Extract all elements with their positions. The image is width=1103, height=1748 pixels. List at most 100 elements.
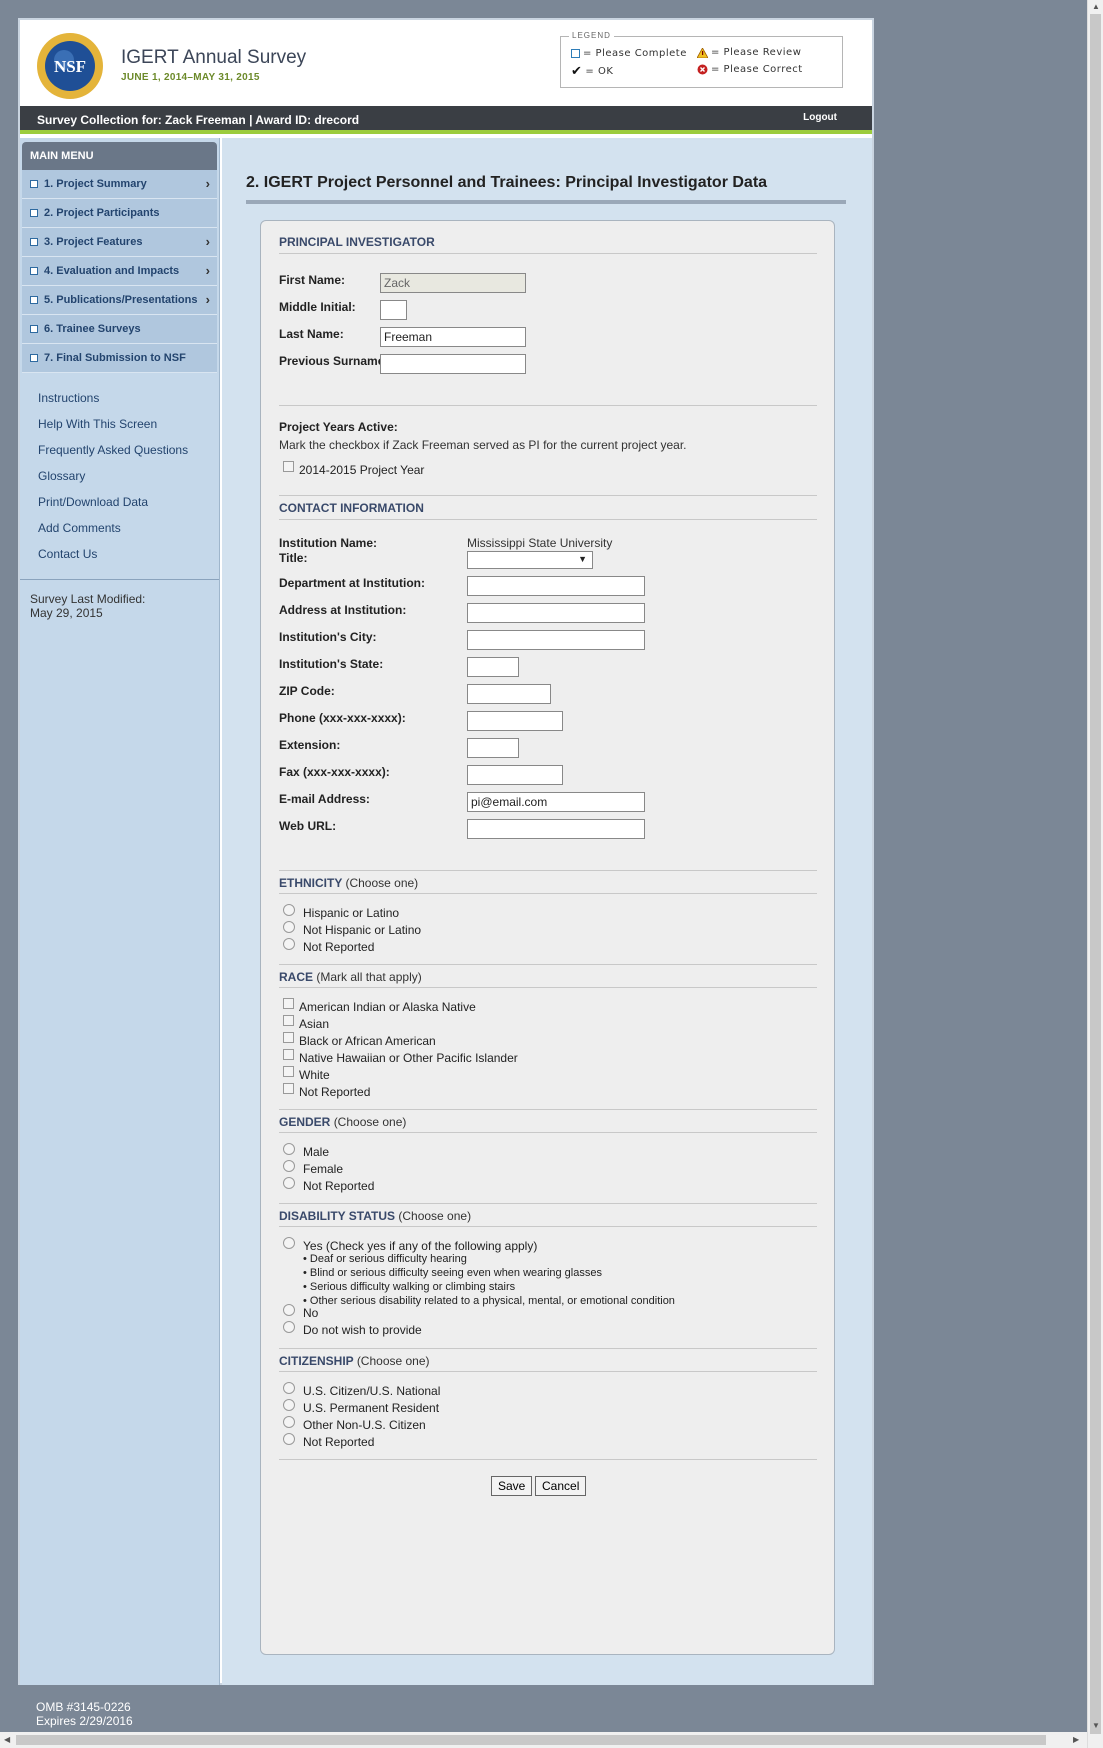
- disability-radio-no[interactable]: [283, 1304, 295, 1316]
- menu-item-project-participants[interactable]: 2. Project Participants: [22, 199, 217, 228]
- warning-icon: [697, 47, 708, 58]
- disability-radio-yes[interactable]: [283, 1237, 295, 1249]
- divider: [279, 893, 817, 894]
- divider: [279, 519, 817, 520]
- section-citizenship-title: CITIZENSHIP (Choose one): [279, 1354, 430, 1368]
- scroll-right-icon[interactable]: ▶: [1073, 1735, 1079, 1744]
- email-input[interactable]: [467, 792, 645, 812]
- race-checkbox-not-reported[interactable]: [283, 1083, 294, 1094]
- legend-correct: = Please Correct: [697, 64, 803, 75]
- status-box-icon: [30, 180, 38, 188]
- menu-item-project-features[interactable]: 3. Project Features ›: [22, 228, 217, 257]
- horizontal-scrollbar[interactable]: ◀ ▶: [0, 1732, 1087, 1748]
- previous-surname-input[interactable]: [380, 354, 526, 374]
- citizenship-radio-us-citizen[interactable]: [283, 1382, 295, 1394]
- last-name-input[interactable]: [380, 327, 526, 347]
- cancel-button[interactable]: Cancel: [535, 1476, 587, 1496]
- web-url-input[interactable]: [467, 819, 645, 839]
- scroll-left-icon[interactable]: ◀: [4, 1735, 10, 1744]
- divider: [279, 1132, 817, 1133]
- legend-review: = Please Review: [697, 47, 801, 58]
- citizenship-radio-not-reported[interactable]: [283, 1433, 295, 1445]
- link-contact[interactable]: Contact Us: [38, 547, 219, 573]
- phone-label: Phone (xxx-xxx-xxxx):: [279, 711, 406, 725]
- zip-input[interactable]: [467, 684, 551, 704]
- vertical-scrollbar[interactable]: ▲ ▼: [1087, 0, 1103, 1748]
- disability-radio-no-wish[interactable]: [283, 1321, 295, 1333]
- divider: [279, 870, 817, 871]
- address-input[interactable]: [467, 603, 645, 623]
- email-label: E-mail Address:: [279, 792, 370, 806]
- state-label: Institution's State:: [279, 657, 384, 671]
- menu-item-project-summary[interactable]: 1. Project Summary ›: [22, 170, 217, 199]
- department-input[interactable]: [467, 576, 645, 596]
- ethnicity-radio-not-hispanic[interactable]: [283, 921, 295, 933]
- fax-input[interactable]: [467, 765, 563, 785]
- last-name-label: Last Name:: [279, 327, 344, 341]
- citizenship-option: Not Reported: [303, 1435, 375, 1449]
- logout-link[interactable]: Logout: [803, 112, 837, 123]
- link-help[interactable]: Help With This Screen: [38, 417, 219, 443]
- menu-item-final-submission[interactable]: 7. Final Submission to NSF: [22, 344, 217, 373]
- chevron-right-icon: ›: [205, 292, 210, 307]
- title-select[interactable]: ▼: [467, 551, 593, 569]
- gender-option: Female: [303, 1162, 344, 1176]
- form-panel: PRINCIPAL INVESTIGATOR First Name: Middl…: [260, 220, 835, 1655]
- link-instructions[interactable]: Instructions: [38, 391, 219, 417]
- year-checkbox[interactable]: [283, 461, 294, 472]
- link-faq[interactable]: Frequently Asked Questions: [38, 443, 219, 469]
- legend: LEGEND = Please Complete = Please Review…: [560, 31, 843, 88]
- app-title: IGERT Annual Survey: [121, 47, 307, 68]
- institution-label: Institution Name:: [279, 536, 377, 550]
- heading-divider: [246, 200, 846, 204]
- status-box-icon: [30, 238, 38, 246]
- page-title: 2. IGERT Project Personnel and Trainees:…: [246, 174, 768, 191]
- chevron-right-icon: ›: [205, 176, 210, 191]
- save-button[interactable]: Save: [491, 1476, 533, 1496]
- previous-surname-label: Previous Surname:: [279, 354, 389, 368]
- gender-radio-female[interactable]: [283, 1160, 295, 1172]
- race-checkbox-american-indian[interactable]: [283, 998, 294, 1009]
- first-name-input[interactable]: [380, 273, 526, 293]
- state-input[interactable]: [467, 657, 519, 677]
- survey-collection-info: Survey Collection for: Zack Freeman | Aw…: [37, 113, 360, 127]
- divider: [279, 964, 817, 965]
- middle-initial-label: Middle Initial:: [279, 300, 356, 314]
- link-print-download[interactable]: Print/Download Data: [38, 495, 219, 521]
- menu-item-trainee-surveys[interactable]: 6. Trainee Surveys: [22, 315, 217, 344]
- race-checkbox-black[interactable]: [283, 1032, 294, 1043]
- citizenship-radio-non-us[interactable]: [283, 1416, 295, 1428]
- top-bar: Survey Collection for: Zack Freeman | Aw…: [20, 106, 872, 134]
- citizenship-radio-permanent-resident[interactable]: [283, 1399, 295, 1411]
- gender-radio-male[interactable]: [283, 1143, 295, 1155]
- horizontal-scroll-thumb[interactable]: [16, 1735, 1046, 1745]
- city-input[interactable]: [467, 630, 645, 650]
- main-menu: 1. Project Summary › 2. Project Participa…: [22, 170, 217, 373]
- phone-input[interactable]: [467, 711, 563, 731]
- section-ethnicity-title: ETHNICITY (Choose one): [279, 876, 419, 890]
- vertical-scroll-thumb[interactable]: [1090, 14, 1101, 1734]
- gender-radio-not-reported[interactable]: [283, 1177, 295, 1189]
- divider: [279, 987, 817, 988]
- extension-input[interactable]: [467, 738, 519, 758]
- menu-item-publications[interactable]: 5. Publications/Presentations ›: [22, 286, 217, 315]
- link-glossary[interactable]: Glossary: [38, 469, 219, 495]
- fax-label: Fax (xxx-xxx-xxxx):: [279, 765, 390, 779]
- race-option: Not Reported: [299, 1085, 371, 1099]
- race-option: White: [299, 1068, 330, 1082]
- race-checkbox-hawaiian[interactable]: [283, 1049, 294, 1060]
- menu-item-evaluation-impacts[interactable]: 4. Evaluation and Impacts ›: [22, 257, 217, 286]
- link-add-comments[interactable]: Add Comments: [38, 521, 219, 547]
- scroll-up-icon[interactable]: ▲: [1092, 2, 1100, 11]
- institution-value: Mississippi State University: [467, 536, 613, 550]
- section-pi-title: PRINCIPAL INVESTIGATOR: [279, 235, 435, 249]
- ethnicity-radio-hispanic[interactable]: [283, 904, 295, 916]
- middle-initial-input[interactable]: [380, 300, 407, 320]
- zip-label: ZIP Code:: [279, 684, 335, 698]
- race-checkbox-white[interactable]: [283, 1066, 294, 1077]
- race-checkbox-asian[interactable]: [283, 1015, 294, 1026]
- divider: [279, 1109, 817, 1110]
- scroll-down-icon[interactable]: ▼: [1092, 1721, 1100, 1730]
- ethnicity-radio-not-reported[interactable]: [283, 938, 295, 950]
- status-box-icon: [30, 325, 38, 333]
